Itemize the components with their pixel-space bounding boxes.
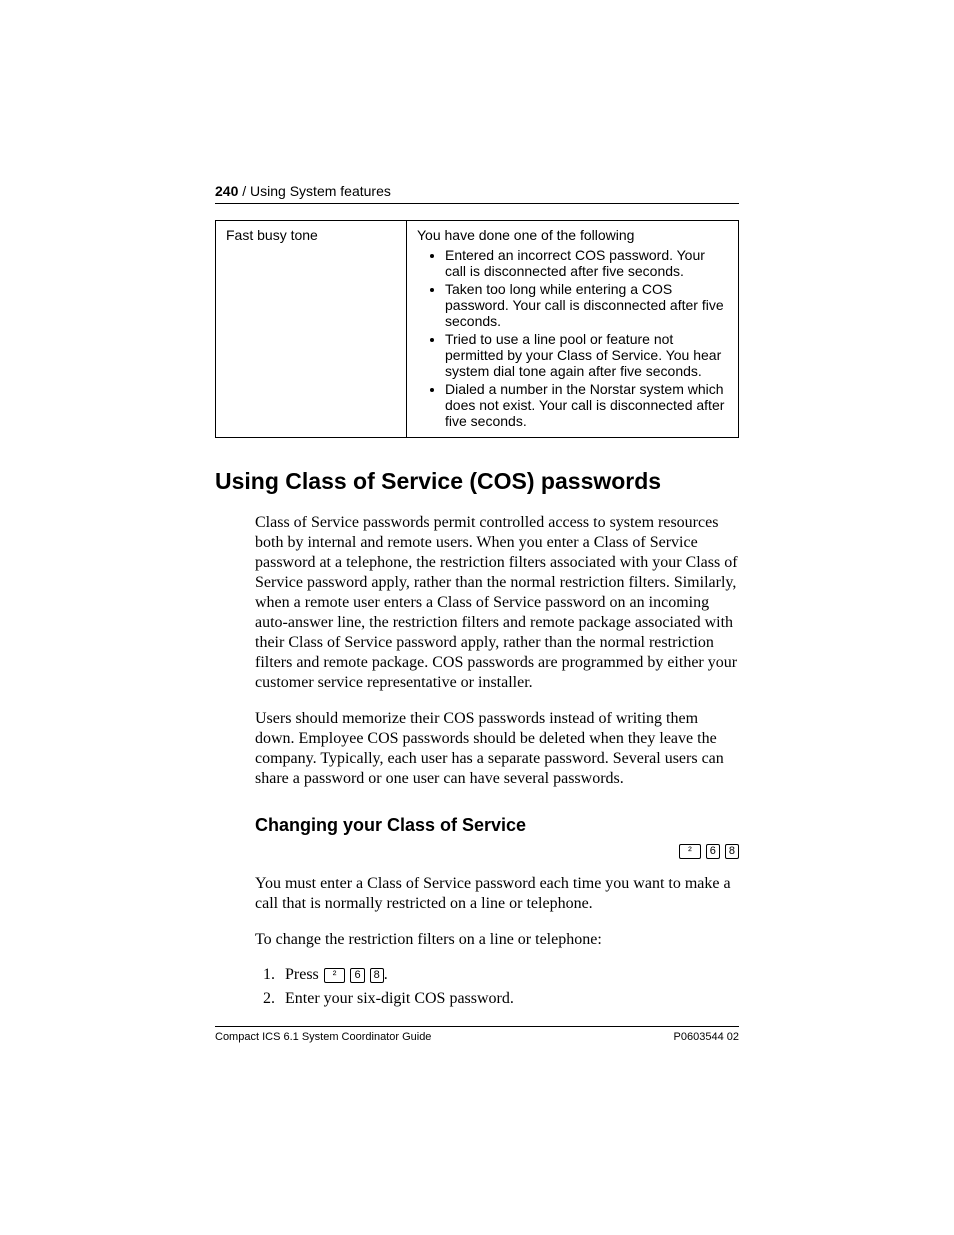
list-item: Dialed a number in the Norstar system wh… xyxy=(445,381,728,429)
subsection-heading: Changing your Class of Service xyxy=(255,815,739,836)
list-item: Enter your six-digit COS password. xyxy=(279,990,739,1008)
key-sequence-display: ² 6 8 xyxy=(215,842,739,860)
list-item: Entered an incorrect COS password. Your … xyxy=(445,247,728,279)
list-item: Tried to use a line pool or feature not … xyxy=(445,331,728,379)
list-item: Taken too long while entering a COS pass… xyxy=(445,281,728,329)
header-section: Using System features xyxy=(250,183,391,199)
page-footer: Compact ICS 6.1 System Coordinator Guide… xyxy=(215,1026,739,1043)
table-bullet-list: Entered an incorrect COS password. Your … xyxy=(417,247,728,429)
digit-key-icon: 8 xyxy=(370,968,384,983)
table-right-intro: You have done one of the following xyxy=(417,227,634,243)
step-text: Press xyxy=(285,966,323,983)
section-heading: Using Class of Service (COS) passwords xyxy=(215,468,739,495)
digit-key-icon: 6 xyxy=(350,968,364,983)
page-number: 240 xyxy=(215,183,238,199)
body-paragraph: To change the restriction filters on a l… xyxy=(255,930,739,950)
footer-left: Compact ICS 6.1 System Coordinator Guide xyxy=(215,1031,431,1043)
body-paragraph: Users should memorize their COS password… xyxy=(255,709,739,789)
step-text: . xyxy=(384,966,388,983)
footer-right: P0603544 02 xyxy=(674,1031,739,1043)
step-list: Press ² 6 8. Enter your six-digit COS pa… xyxy=(255,966,739,1008)
table-cell-right: You have done one of the following Enter… xyxy=(407,221,739,438)
page: 240 / Using System features Fast busy to… xyxy=(0,0,954,1235)
body-paragraph: You must enter a Class of Service passwo… xyxy=(255,874,739,914)
body-paragraph: Class of Service passwords permit contro… xyxy=(255,513,739,693)
header-separator: / xyxy=(238,183,250,199)
table-cell-left: Fast busy tone xyxy=(216,221,407,438)
list-item: Press ² 6 8. xyxy=(279,966,739,984)
digit-key-icon: 6 xyxy=(706,844,720,859)
running-header: 240 / Using System features xyxy=(215,183,739,204)
digit-key-icon: 8 xyxy=(725,844,739,859)
feature-key-icon: ² xyxy=(679,844,701,859)
content-area: Fast busy tone You have done one of the … xyxy=(215,220,739,1008)
fast-busy-table: Fast busy tone You have done one of the … xyxy=(215,220,739,438)
feature-key-icon: ² xyxy=(324,968,346,983)
